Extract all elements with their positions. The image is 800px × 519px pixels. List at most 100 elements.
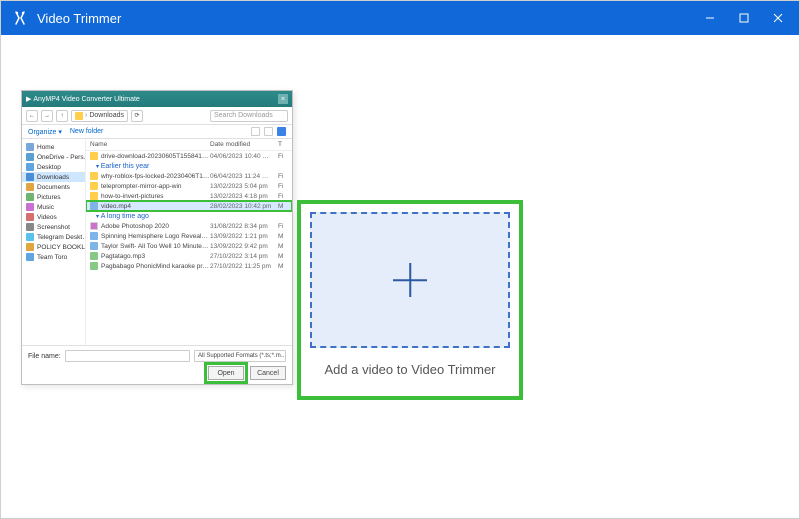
- new-folder-button[interactable]: New folder: [70, 128, 103, 135]
- add-video-dropzone[interactable]: [310, 212, 510, 348]
- file-icon: [90, 172, 98, 180]
- file-row[interactable]: why-roblox-fps-locked-20230406T152414…06…: [86, 171, 292, 181]
- details-pane-icon[interactable]: [264, 127, 273, 136]
- file-row[interactable]: Taylor Swift- All Too Well 10 Minute Ver…: [86, 241, 292, 251]
- col-date[interactable]: Date modified: [210, 141, 278, 148]
- file-row[interactable]: teleprompter-mirror-app-win13/02/2023 5:…: [86, 181, 292, 191]
- file-row[interactable]: Pagbabago PhonicMind karaoke previe…27/1…: [86, 261, 292, 271]
- sidebar-item-label: Downloads: [37, 174, 69, 181]
- filename-input[interactable]: [65, 350, 190, 362]
- file-type: Fi: [278, 153, 288, 160]
- filename-label: File name:: [28, 353, 61, 360]
- sidebar-item[interactable]: Home: [22, 142, 85, 152]
- file-date: 06/04/2023 11:24 …: [210, 173, 278, 180]
- col-name[interactable]: Name: [90, 141, 210, 148]
- nav-forward-button[interactable]: →: [41, 110, 53, 122]
- file-name: Pagbabago PhonicMind karaoke previe…: [101, 263, 210, 270]
- file-date: 27/10/2022 11:25 pm: [210, 263, 278, 270]
- dialog-navbar: ← → ↑ › Downloads ⟳ Search Downloads: [22, 107, 292, 125]
- sidebar-item[interactable]: Music: [22, 202, 85, 212]
- cancel-button[interactable]: Cancel: [250, 366, 286, 380]
- breadcrumb-label: Downloads: [89, 112, 124, 119]
- file-row[interactable]: video.mp428/02/2023 10:42 pmM: [86, 201, 292, 211]
- minimize-button[interactable]: [693, 1, 727, 35]
- file-date: 13/09/2022 1:21 pm: [210, 233, 278, 240]
- dialog-close-button[interactable]: ×: [278, 94, 288, 104]
- file-row[interactable]: drive-download-20230605T155841Z-00104/06…: [86, 151, 292, 161]
- sidebar-item[interactable]: Screenshot: [22, 222, 85, 232]
- file-group-header[interactable]: A long time ago: [86, 211, 292, 221]
- folder-icon: [26, 183, 34, 191]
- folder-icon: [26, 173, 34, 181]
- file-name: drive-download-20230605T155841Z-001: [101, 153, 210, 160]
- file-type: M: [278, 233, 288, 240]
- nav-up-button[interactable]: ↑: [56, 110, 68, 122]
- file-date: 13/02/2023 4:18 pm: [210, 193, 278, 200]
- breadcrumb[interactable]: › Downloads: [71, 110, 128, 122]
- sidebar-item[interactable]: Documents: [22, 182, 85, 192]
- app-window: Video Trimmer ▶ AnyMP4 Video Converter U…: [0, 0, 800, 519]
- help-icon[interactable]: [277, 127, 286, 136]
- file-type: M: [278, 253, 288, 260]
- sidebar-item[interactable]: OneDrive - Pers…: [22, 152, 85, 162]
- file-icon: [90, 222, 98, 230]
- file-type: M: [278, 203, 288, 210]
- file-name: video.mp4: [101, 203, 210, 210]
- sidebar-item-label: Home: [37, 144, 54, 151]
- sidebar-item[interactable]: Desktop: [22, 162, 85, 172]
- sidebar-item[interactable]: Pictures: [22, 192, 85, 202]
- maximize-button[interactable]: [727, 1, 761, 35]
- file-row[interactable]: Adobe Photoshop 202031/08/2022 8:34 pmFi: [86, 221, 292, 231]
- sidebar-item-label: POLICY BOOKLE…: [37, 244, 85, 251]
- close-button[interactable]: [761, 1, 795, 35]
- file-row[interactable]: how-to-invert-pictures13/02/2023 4:18 pm…: [86, 191, 292, 201]
- sidebar-item-label: Team Toro: [37, 254, 67, 261]
- open-button[interactable]: Open: [208, 366, 244, 380]
- dialog-title: AnyMP4 Video Converter Ultimate: [33, 96, 139, 103]
- file-name: Spinning Hemisphere Logo Reveal_free…: [101, 233, 210, 240]
- col-type[interactable]: T: [278, 141, 288, 148]
- app-content: ▶ AnyMP4 Video Converter Ultimate × ← → …: [1, 35, 799, 518]
- file-row[interactable]: Pagtatago.mp327/10/2022 3:14 pmM: [86, 251, 292, 261]
- file-list-pane: Name Date modified T drive-download-2023…: [86, 139, 292, 345]
- downloads-folder-icon: [75, 112, 83, 120]
- sidebar-item[interactable]: Telegram Deskt…: [22, 232, 85, 242]
- organize-menu[interactable]: Organize ▾: [28, 128, 62, 136]
- file-date: 31/08/2022 8:34 pm: [210, 223, 278, 230]
- file-icon: [90, 202, 98, 210]
- dropzone-highlight: Add a video to Video Trimmer: [297, 200, 523, 400]
- folder-icon: [26, 233, 34, 241]
- file-type-filter[interactable]: All Supported Formats (*.ts;*.m…: [194, 350, 286, 362]
- file-type: M: [278, 263, 288, 270]
- folder-icon: [26, 163, 34, 171]
- file-name: how-to-invert-pictures: [101, 193, 210, 200]
- sidebar-item[interactable]: Downloads: [22, 172, 85, 182]
- nav-back-button[interactable]: ←: [26, 110, 38, 122]
- file-name: Pagtatago.mp3: [101, 253, 210, 260]
- view-options-icon[interactable]: [251, 127, 260, 136]
- search-placeholder: Search Downloads: [214, 112, 273, 119]
- file-type: Fi: [278, 173, 288, 180]
- app-title: Video Trimmer: [37, 11, 121, 26]
- sidebar-item-label: Pictures: [37, 194, 60, 201]
- sidebar-item[interactable]: Team Toro: [22, 252, 85, 262]
- search-input[interactable]: Search Downloads: [210, 110, 288, 122]
- file-type: Fi: [278, 183, 288, 190]
- file-group-header[interactable]: Earlier this year: [86, 161, 292, 171]
- refresh-button[interactable]: ⟳: [131, 110, 143, 122]
- sidebar-item-label: Desktop: [37, 164, 61, 171]
- column-headers[interactable]: Name Date modified T: [86, 139, 292, 151]
- file-name: Adobe Photoshop 2020: [101, 223, 210, 230]
- dialog-footer: File name: All Supported Formats (*.ts;*…: [22, 345, 292, 384]
- dialog-sidebar: HomeOneDrive - Pers… Desktop Downloads Docu…: [22, 139, 86, 345]
- folder-icon: [26, 143, 34, 151]
- sidebar-item[interactable]: POLICY BOOKLE…: [22, 242, 85, 252]
- sidebar-item-label: Documents: [37, 184, 70, 191]
- dialog-app-icon: ▶: [26, 95, 31, 103]
- file-date: 13/09/2022 9:42 pm: [210, 243, 278, 250]
- file-date: 04/06/2023 10:40 …: [210, 153, 278, 160]
- sidebar-item[interactable]: Videos: [22, 212, 85, 222]
- file-type: Fi: [278, 223, 288, 230]
- file-row[interactable]: Spinning Hemisphere Logo Reveal_free…13/…: [86, 231, 292, 241]
- dialog-toolbar: Organize ▾ New folder: [22, 125, 292, 139]
